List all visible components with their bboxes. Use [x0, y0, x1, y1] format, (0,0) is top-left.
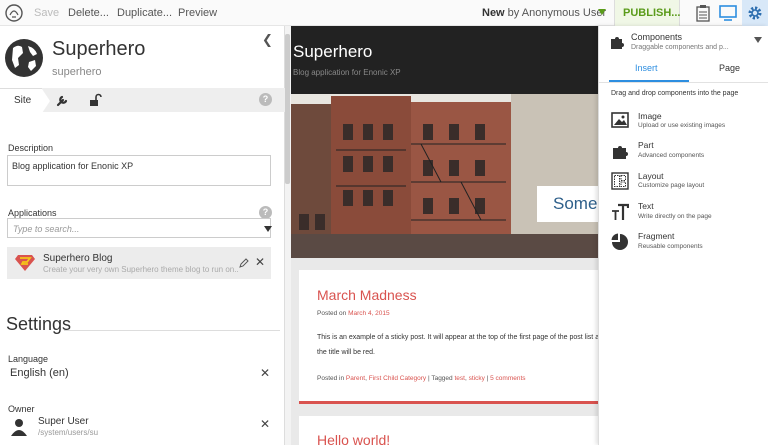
unlock-icon[interactable]	[88, 93, 102, 107]
component-fragment-desc: Reusable components	[638, 243, 703, 250]
description-field[interactable]: Blog application for Enonic XP	[7, 155, 271, 186]
app-logo-icon[interactable]	[4, 3, 24, 23]
post-title[interactable]: March Madness	[317, 287, 417, 303]
publish-label: PUBLISH...	[623, 7, 681, 19]
components-subtitle: Draggable components and p...	[631, 44, 729, 51]
site-name: superhero	[52, 66, 102, 78]
hero-image	[291, 94, 598, 258]
component-text-name[interactable]: Text	[638, 201, 654, 211]
components-panel: Components Draggable components and p...…	[598, 26, 768, 445]
tab-site[interactable]: Site	[0, 88, 50, 113]
component-text-desc: Write directly on the page	[638, 213, 712, 220]
settings-button[interactable]	[742, 0, 768, 26]
text-icon[interactable]	[611, 203, 629, 221]
application-name: Superhero Blog	[43, 253, 113, 264]
site-title: Superhero	[52, 38, 146, 60]
wrench-icon[interactable]	[56, 93, 70, 107]
edit-icon[interactable]	[239, 258, 249, 268]
language-label: Language	[8, 354, 49, 364]
help-icon[interactable]: ?	[259, 93, 272, 106]
tab-page[interactable]: Page	[719, 63, 740, 73]
puzzle-icon[interactable]	[611, 142, 629, 160]
applications-search-placeholder: Type to search...	[13, 224, 80, 234]
post-card[interactable]: Hello world!	[299, 416, 598, 445]
fragment-icon[interactable]	[611, 233, 629, 251]
publish-dropdown-arrow-icon[interactable]	[598, 9, 606, 15]
status-state: New	[482, 7, 505, 19]
tab-divider	[599, 82, 768, 83]
post-title[interactable]: Hello world!	[317, 432, 390, 445]
status-author: by Anonymous User	[504, 7, 607, 19]
page-preview[interactable]: Superhero Blog application for Enonic XP…	[291, 26, 598, 445]
owner-label: Owner	[8, 404, 35, 414]
scrollbar-thumb[interactable]	[285, 34, 290, 184]
gear-icon	[748, 6, 762, 20]
save-button[interactable]: Save	[34, 7, 59, 19]
applications-label: Applications	[8, 208, 57, 218]
panel-tab-bar: Site ?	[0, 88, 285, 113]
remove-application-close-icon[interactable]: ✕	[255, 255, 265, 269]
image-icon[interactable]	[611, 111, 629, 129]
owner-path: /system/users/su	[38, 428, 99, 437]
component-fragment-name[interactable]: Fragment	[638, 231, 674, 241]
description-label: Description	[8, 143, 54, 153]
tag-link[interactable]: sticky	[469, 375, 485, 382]
comments-link[interactable]: 5 comments	[490, 375, 525, 382]
applications-search-input[interactable]: Type to search...	[7, 218, 272, 238]
category-link[interactable]: First Child Category	[369, 375, 426, 382]
settings-heading: Settings	[6, 314, 72, 334]
posted-on-prefix: Posted on	[317, 310, 349, 317]
category-link[interactable]: Parent	[346, 375, 365, 382]
tag-link[interactable]: test	[454, 375, 464, 382]
delete-button[interactable]: Delete...	[68, 7, 109, 19]
duplicate-button[interactable]: Duplicate...	[117, 7, 172, 19]
tagged-prefix: | Tagged	[426, 375, 455, 382]
publish-button[interactable]: PUBLISH...	[614, 0, 680, 26]
clear-owner-close-icon[interactable]: ✕	[260, 417, 270, 431]
globe-icon	[5, 39, 43, 77]
monitor-icon[interactable]	[719, 4, 737, 22]
preview-button[interactable]: Preview	[178, 7, 217, 19]
hero-overlay-text: Some	[553, 194, 598, 213]
component-layout-desc: Customize page layout	[638, 182, 705, 189]
post-date-link[interactable]: March 4, 2015	[348, 310, 390, 317]
posted-in-prefix: Posted in	[317, 375, 346, 382]
component-part-name[interactable]: Part	[638, 140, 654, 150]
preview-site-tagline: Blog application for Enonic XP	[293, 68, 401, 77]
component-part-desc: Advanced components	[638, 152, 705, 159]
post-body: This is an example of a sticky post. It …	[317, 334, 598, 356]
collapse-panel-chevron-icon[interactable]: ❮	[262, 32, 273, 48]
language-value[interactable]: English (en)	[10, 367, 69, 379]
component-image-name[interactable]: Image	[638, 111, 662, 121]
preview-site-title[interactable]: Superhero	[293, 42, 372, 62]
chevron-down-icon[interactable]	[754, 37, 762, 43]
application-item[interactable]: Superhero Blog Create your very own Supe…	[7, 247, 271, 279]
tab-insert[interactable]: Insert	[635, 63, 658, 73]
clear-language-close-icon[interactable]: ✕	[260, 366, 270, 380]
components-title: Components	[631, 32, 683, 42]
top-toolbar: Save Delete... Duplicate... Preview New …	[0, 0, 768, 26]
user-avatar-icon	[11, 419, 27, 436]
superhero-logo-icon	[15, 255, 35, 271]
preview-header: Superhero Blog application for Enonic XP	[291, 26, 598, 94]
component-image-desc: Upload or use existing images	[638, 122, 726, 129]
post-card[interactable]: March Madness Posted on March 4, 2015 Th…	[299, 270, 598, 404]
owner-name: Super User	[38, 416, 89, 427]
drag-drop-hint: Drag and drop components into the page	[611, 90, 739, 97]
settings-divider	[64, 330, 280, 331]
layout-icon[interactable]	[611, 172, 629, 190]
status-text: New by Anonymous User	[482, 7, 606, 19]
tab-site-label: Site	[14, 95, 32, 106]
application-description: Create your very own Superhero theme blo…	[43, 265, 239, 274]
component-layout-name[interactable]: Layout	[638, 171, 664, 181]
site-settings-panel: Superhero superhero ❮ Site ? Description…	[0, 26, 285, 445]
puzzle-icon	[611, 37, 624, 49]
post-meta: Posted in Parent, First Child Category |…	[317, 375, 526, 382]
clipboard-icon[interactable]	[694, 4, 712, 22]
chevron-down-icon[interactable]	[264, 226, 272, 232]
post-date: Posted on March 4, 2015	[317, 310, 390, 317]
